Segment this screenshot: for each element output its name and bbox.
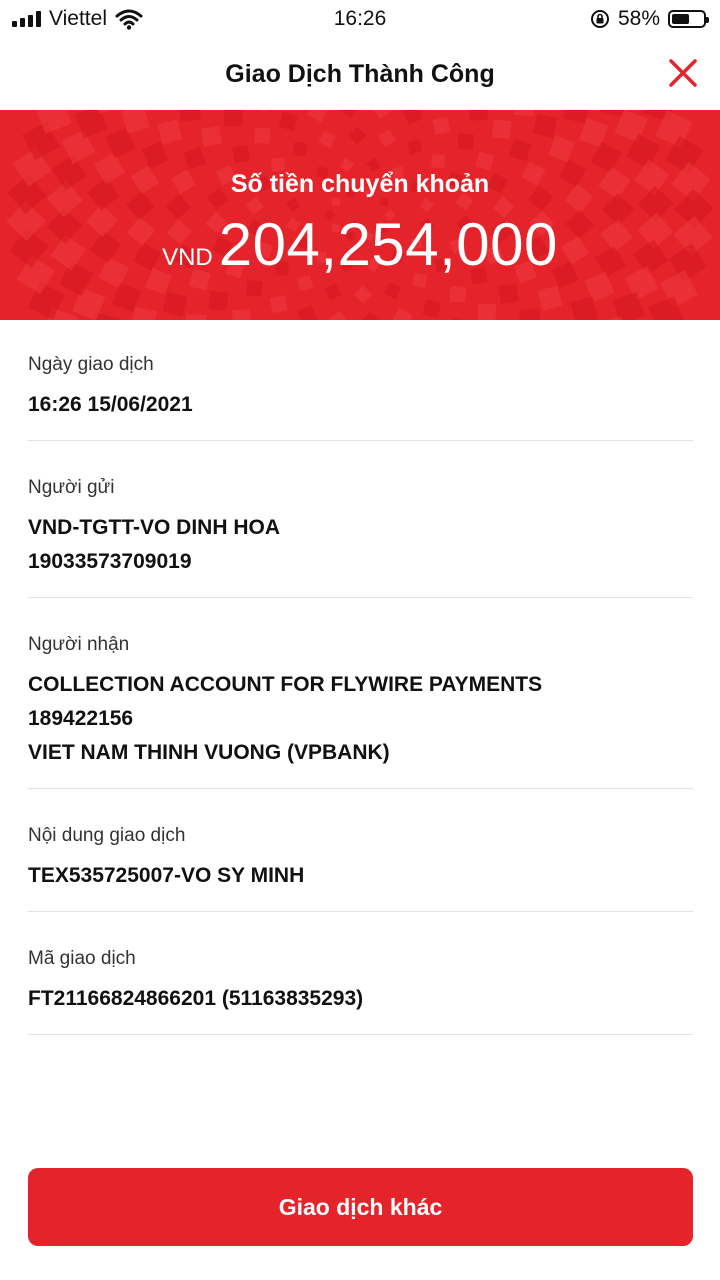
detail-values: TEX535725007-VO SY MINH (28, 847, 693, 911)
signal-icon (12, 11, 41, 27)
currency-code: VND (162, 244, 213, 271)
detail-value: 19033573709019 (28, 550, 192, 573)
amount-banner: Số tiền chuyển khoản VND 204,254,000 (0, 110, 720, 320)
close-icon (669, 59, 697, 87)
detail-label: Nội dung giao dịch (28, 825, 186, 846)
carrier-name: Viettel (49, 7, 107, 30)
detail-value: FT21166824866201 (51163835293) (28, 987, 364, 1010)
wifi-icon (115, 9, 143, 30)
detail-value: COLLECTION ACCOUNT FOR FLYWIRE PAYMENTS (28, 673, 543, 696)
detail-values: 16:26 15/06/2021 (28, 376, 693, 440)
detail-row: Mã giao dịch FT21166824866201 (5116383529… (28, 912, 693, 1035)
detail-label: Người nhận (28, 634, 130, 655)
close-button[interactable] (664, 54, 702, 92)
battery-percent: 58% (617, 7, 660, 30)
detail-value: 189422156 (28, 707, 134, 730)
page-title: Giao Dịch Thành Công (225, 59, 495, 88)
detail-row: Người nhận COLLECTION ACCOUNT FOR FLYWIRE… (28, 598, 693, 789)
other-transaction-button[interactable]: Giao dịch khác (28, 1168, 693, 1246)
detail-values: VND-TGTT-VO DINH HOA 19033573709019 (28, 499, 693, 597)
detail-value: TEX535725007-VO SY MINH (28, 864, 305, 887)
detail-row: Nội dung giao dịch TEX535725007-VO SY MIN… (28, 789, 693, 912)
transfer-amount: 204,254,000 (218, 211, 558, 278)
detail-label: Ngày giao dịch (28, 354, 154, 375)
orientation-lock-icon (590, 10, 609, 28)
detail-label: Người gửi (28, 477, 115, 498)
detail-label: Mã giao dịch (28, 948, 136, 969)
amount-label: Số tiền chuyển khoản (230, 170, 490, 198)
status-left: Viettel (12, 7, 143, 31)
detail-row: Ngày giao dịch 16:26 15/06/2021 (28, 320, 693, 441)
detail-values: COLLECTION ACCOUNT FOR FLYWIRE PAYMENTS 1… (28, 656, 693, 788)
battery-level (672, 14, 690, 24)
detail-value: VND-TGTT-VO DINH HOA (28, 516, 280, 539)
app-screen: Viettel 16:26 58% Giao Dịch Thành Công S… (0, 0, 720, 1280)
detail-values: FT21166824866201 (51163835293) (28, 970, 693, 1034)
header: Giao Dịch Thành Công (0, 38, 720, 110)
status-bar: Viettel 16:26 58% (0, 0, 720, 38)
detail-row: Người gửi VND-TGTT-VO DINH HOA 19033573709… (28, 441, 693, 598)
amount-row: VND 204,254,000 (0, 210, 720, 279)
detail-value: VIET NAM THINH VUONG (VPBANK) (28, 741, 390, 764)
detail-value: 16:26 15/06/2021 (28, 393, 193, 416)
transaction-details: Ngày giao dịch 16:26 15/06/2021 Người gửi V… (28, 320, 693, 1035)
status-right: 58% (590, 7, 709, 31)
battery-icon (668, 10, 709, 28)
